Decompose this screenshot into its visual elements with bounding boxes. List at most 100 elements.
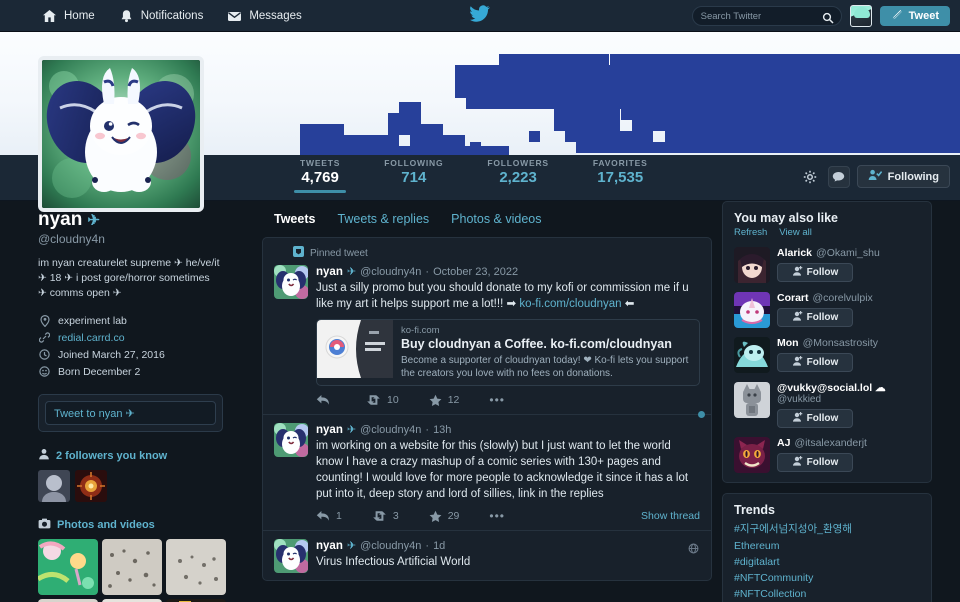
tab-tweets[interactable]: Tweets	[274, 201, 315, 237]
trend-item[interactable]: #지구에서넘지성아_환영해	[734, 521, 920, 536]
profile-website-row[interactable]: redial.carrd.co	[38, 329, 252, 346]
tweet-link[interactable]: ko-fi.com/cloudnyan	[519, 298, 621, 310]
follow-button[interactable]: Follow	[777, 409, 853, 428]
suggestion-name: Corart	[777, 292, 809, 304]
suggestions-view-all-link[interactable]: View all	[779, 227, 812, 238]
nav-item-home[interactable]: Home	[42, 9, 95, 23]
tweet-item: nyan ✈ @cloudny4n · 1d Virus Infectious …	[263, 531, 711, 580]
stat-following[interactable]: FOLLOWING 714	[362, 158, 465, 186]
suggestion-avatar[interactable]	[734, 247, 770, 283]
tweet-to-user-input[interactable]: Tweet to nyan ✈	[45, 401, 216, 425]
photo-thumb[interactable]	[38, 539, 98, 595]
trend-item[interactable]: #NFTCommunity	[734, 572, 920, 584]
tweet-author-avatar[interactable]	[274, 265, 308, 299]
more-actions-button[interactable]: •••	[489, 509, 505, 523]
suggestion-avatar[interactable]	[734, 337, 770, 373]
profile-website[interactable]: redial.carrd.co	[58, 332, 125, 344]
message-icon[interactable]	[827, 165, 850, 188]
suggestion-avatar[interactable]	[734, 292, 770, 328]
photo-thumb[interactable]	[166, 539, 226, 595]
tab-tweets-replies[interactable]: Tweets & replies	[337, 201, 429, 237]
show-thread-link[interactable]: Show thread	[641, 510, 700, 522]
suggestions-refresh-link[interactable]: Refresh	[734, 227, 767, 238]
nav-item-notifications[interactable]: Notifications	[119, 9, 203, 23]
tweet-author-name: nyan	[316, 265, 343, 278]
pinned-tweet-label: Pinned tweet	[310, 247, 368, 259]
stat-favorites-key: FAVORITES	[592, 158, 648, 168]
link-icon	[38, 332, 51, 343]
follow-button[interactable]: Follow	[777, 263, 853, 282]
profile-avatar[interactable]	[38, 56, 204, 212]
profile-birthday-row: Born December 2	[38, 363, 252, 380]
suggestion-name-row: Corart @corelvulpix	[777, 292, 920, 304]
stat-tweets[interactable]: TWEETS 4,769	[278, 158, 362, 193]
followers-you-know-header[interactable]: 2 followers you know	[38, 448, 252, 463]
stat-favorites[interactable]: FAVORITES 17,535	[571, 158, 670, 186]
tweet-timestamp[interactable]: October 23, 2022	[433, 266, 518, 278]
stat-followers[interactable]: FOLLOWERS 2,223	[465, 158, 571, 186]
follow-button[interactable]: Follow	[777, 353, 853, 372]
trend-item[interactable]: #NFTCollection	[734, 588, 920, 600]
suggestions-title: You may also like	[734, 211, 838, 225]
account-avatar[interactable]	[849, 5, 872, 27]
tweet-author-avatar[interactable]	[274, 423, 308, 457]
profile-name: nyan	[38, 209, 83, 230]
tweet-author-avatar[interactable]	[274, 539, 308, 573]
favorite-button[interactable]: 29	[429, 510, 460, 523]
tweet-button[interactable]: Tweet	[879, 6, 950, 26]
photos-and-videos-header[interactable]: Photos and videos	[38, 518, 252, 532]
search-icon[interactable]	[822, 11, 834, 29]
follow-button-label: Follow	[806, 413, 839, 424]
tweet-author-handle: @cloudny4n	[360, 265, 422, 278]
suggestion-item: AJ @itsalexanderjt Follow	[734, 437, 920, 473]
reply-button[interactable]: 1	[316, 510, 342, 522]
reply-button[interactable]	[316, 394, 336, 406]
tweet-header: nyan ✈ @cloudny4n · October 23, 2022	[316, 265, 700, 279]
trend-item[interactable]: Ethereum	[734, 540, 920, 552]
photo-thumb[interactable]	[102, 539, 162, 595]
profile-name-row: nyan ✈	[38, 209, 252, 231]
person-check-icon	[868, 169, 882, 184]
tweet-timestamp[interactable]: 1d	[433, 540, 445, 552]
following-button[interactable]: Following	[856, 165, 950, 188]
tab-photos-videos[interactable]: Photos & videos	[451, 201, 541, 237]
suggestion-item: @vukky@social.lol ☁ @vukkied Follow	[734, 382, 920, 428]
main-content: nyan ✈ @cloudny4n im nyan creaturelet su…	[0, 201, 960, 602]
twitter-bird-icon[interactable]	[470, 4, 490, 27]
person-plus-icon	[792, 266, 803, 279]
tweet-to-user-box[interactable]: Tweet to nyan ✈	[38, 394, 223, 432]
more-actions-button[interactable]: •••	[489, 393, 505, 407]
quill-icon	[891, 9, 903, 24]
favorite-count: 29	[447, 510, 460, 522]
link-preview-card[interactable]: ko-fi.com Buy cloudnyan a Coffee. ko-fi.…	[316, 319, 700, 386]
follow-button[interactable]: Follow	[777, 308, 853, 327]
follow-button[interactable]: Follow	[777, 453, 853, 472]
retweet-button[interactable]: 3	[372, 510, 399, 522]
tweet-row: nyan ✈ @cloudny4n · October 23, 2022 Jus…	[274, 265, 700, 407]
retweet-button[interactable]: 10	[366, 394, 399, 406]
tweet-timestamp[interactable]: 13h	[433, 424, 451, 436]
gear-icon[interactable]	[799, 166, 821, 188]
follower-avatar[interactable]	[75, 470, 107, 502]
suggestion-body: Alarick @Okami_shu Follow	[777, 247, 920, 283]
airplane-icon: ✈	[346, 540, 357, 552]
stat-followers-key: FOLLOWERS	[487, 158, 549, 168]
search-input[interactable]	[700, 10, 819, 22]
search-box[interactable]	[691, 6, 842, 29]
tweet-to-user-label: Tweet to nyan ✈	[54, 407, 135, 420]
suggestion-handle: @itsalexanderjt	[794, 437, 867, 449]
tweet-header: nyan ✈ @cloudny4n · 13h	[316, 423, 700, 437]
profile-location-row: experiment lab	[38, 312, 252, 329]
nav-item-messages[interactable]: Messages	[227, 9, 302, 23]
follower-avatar[interactable]	[38, 470, 70, 502]
suggestion-avatar[interactable]	[734, 437, 770, 473]
profile-joined: Joined March 27, 2016	[58, 348, 165, 361]
suggestion-avatar[interactable]	[734, 382, 770, 418]
trend-item[interactable]: #digitalart	[734, 556, 920, 568]
globe-icon[interactable]	[688, 541, 699, 559]
favorite-button[interactable]: 12	[429, 394, 459, 407]
bio-line-3: ✈ comms open ✈	[38, 287, 122, 299]
reply-count: 1	[336, 510, 342, 522]
suggestion-body: Mon @Monsastrosity Follow	[777, 337, 920, 373]
suggestion-name-row: Mon @Monsastrosity	[777, 337, 920, 349]
